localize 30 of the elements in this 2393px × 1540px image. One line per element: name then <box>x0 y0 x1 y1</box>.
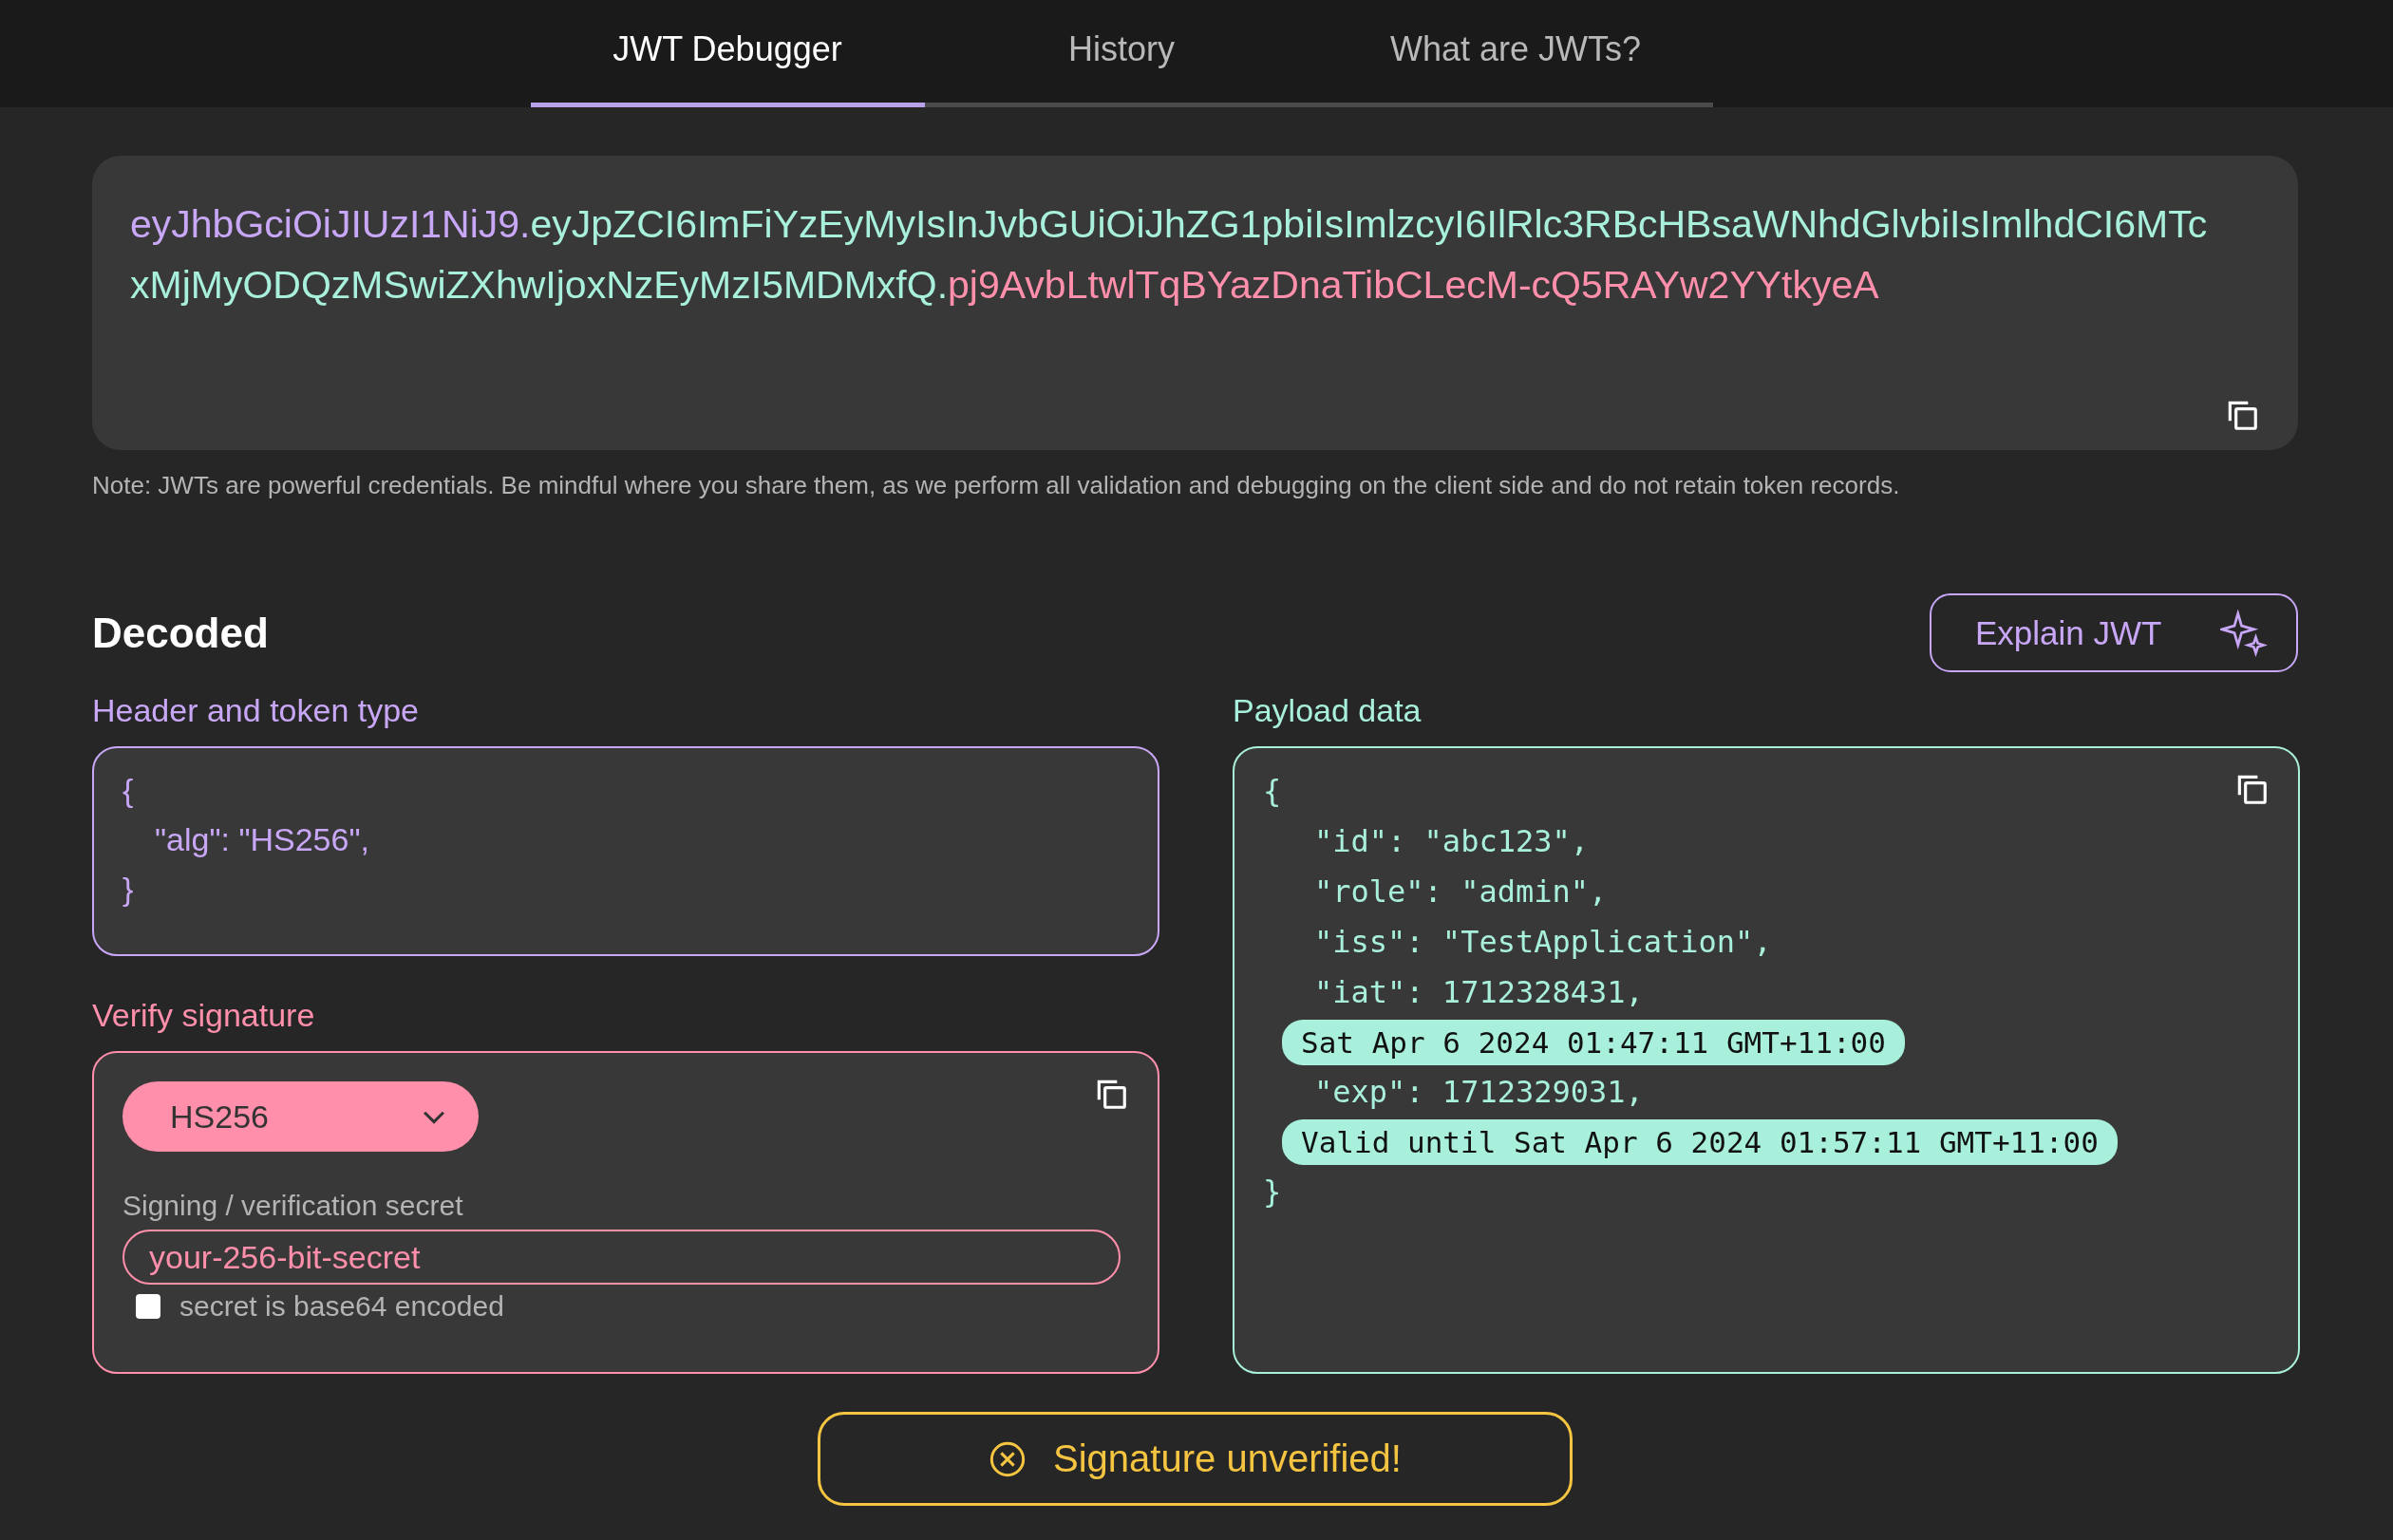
nav-tab[interactable]: What are JWTs? <box>1318 0 1713 107</box>
error-circle-icon <box>989 1439 1027 1478</box>
code-line: } <box>122 871 134 907</box>
code-line: "iss": "TestApplication", <box>1313 924 1772 960</box>
sparkle-icon <box>2220 609 2268 657</box>
status-text: Signature unverified! <box>1053 1437 1402 1480</box>
date-note: Sat Apr 6 2024 01:47:11 GMT+11:00 <box>1282 1020 1905 1065</box>
code-line: { <box>122 772 134 808</box>
code-line: "alg": "HS256", <box>154 821 369 857</box>
nav-tab[interactable]: JWT Debugger <box>530 0 925 107</box>
payload-label: Payload data <box>1233 691 1423 730</box>
base64-checkbox[interactable] <box>136 1294 160 1319</box>
code-line: } <box>1263 1174 1282 1210</box>
algorithm-dropdown[interactable]: HS256 <box>122 1081 479 1152</box>
date-note: Valid until Sat Apr 6 2024 01:57:11 GMT+11:00 <box>1282 1119 2118 1165</box>
explain-button[interactable]: Explain JWT <box>1930 593 2298 672</box>
code-line: "id": "abc123", <box>1313 823 1589 859</box>
verify-label: Verify signature <box>92 996 316 1035</box>
code-line: { <box>1263 773 1282 809</box>
encoded-token: eyJhbGciOiJIUzI1NiJ9.eyJpZCI6ImFiYzEyMyIsInJvbGUiOiJhZG1pbiIsImlzcyI6IlRlc3RBcHBsaWNhdGlvbiIsImlhdCI6MTcxMjMyODQzMSwiZXhwIjoxNzEyMzI5MDMxfQ.pj9AvbLtwlTqBYazDnaTibCLecM-cQ5RAYw2YYtkyeA <box>130 201 2209 309</box>
code-line: "role": "admin", <box>1313 873 1608 910</box>
secret-label: Signing / verification secret <box>122 1190 464 1222</box>
code-line: "iat": 1712328431, <box>1313 974 1644 1010</box>
header-label: Header and token type <box>92 691 421 730</box>
nav-tab[interactable]: History <box>924 0 1319 107</box>
note-text: Note: JWTs are powerful credentials. Be mindful where you share them, as we perform all validation and debugging on the client side and do not retain token records. <box>92 471 1901 500</box>
code-line: "exp": 1712329031, <box>1313 1074 1644 1110</box>
base64-label: secret is base64 encoded <box>179 1290 504 1323</box>
section-title: Decoded <box>92 609 269 657</box>
secret-field[interactable]: your-256-bit-secret <box>122 1230 1121 1285</box>
